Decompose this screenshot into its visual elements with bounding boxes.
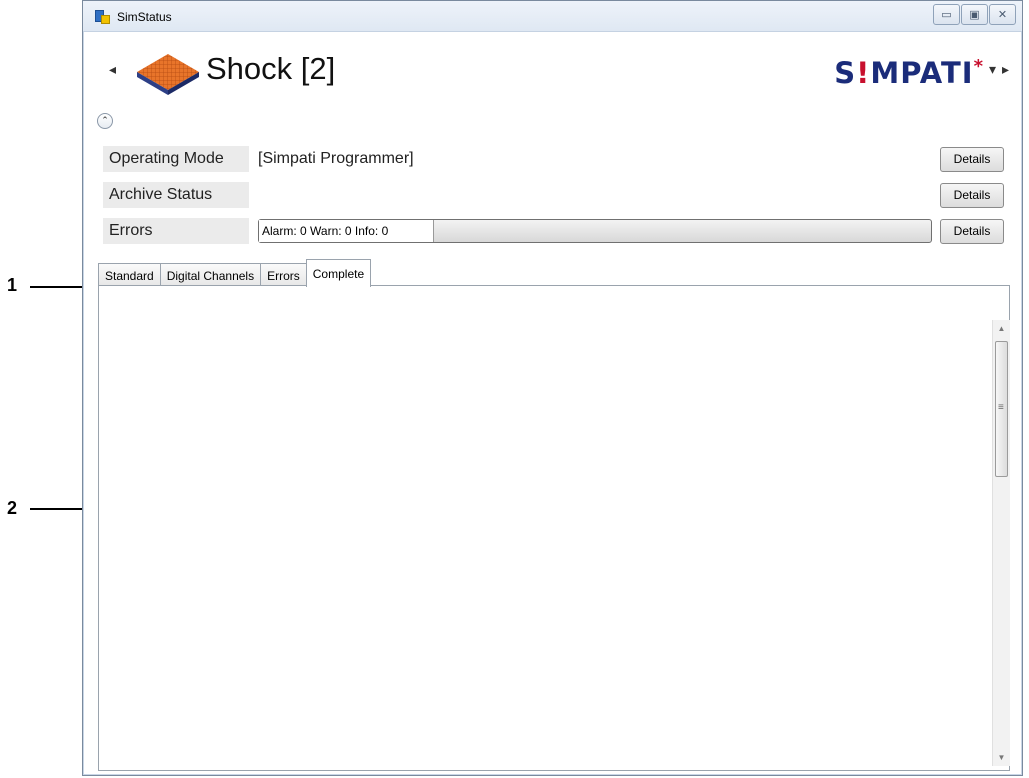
callout-2: 2 [7,498,18,518]
tab-digital-channels[interactable]: Digital Channels [159,263,262,287]
operating-mode-value: [Simpati Programmer] [258,150,414,167]
header-collapse-icon[interactable]: ⌃ [97,113,113,129]
grid-scrollbar[interactable]: ▲ ▼ [992,320,1010,766]
scroll-thumb[interactable] [995,341,1008,477]
logo-bang: ! [856,56,871,90]
errors-label: Errors [103,218,249,244]
tab-strip: Standard Digital Channels Errors Complet… [98,259,372,287]
logo-menu-arrows[interactable]: ▾▸ [989,61,1015,78]
archive-status-details-button[interactable]: Details [940,183,1004,208]
scroll-down-icon[interactable]: ▼ [993,749,1010,766]
logo-rest: MPATI [870,56,974,90]
device-title: Shock [2] [206,51,336,86]
tab-complete[interactable]: Complete [305,259,372,287]
scroll-up-icon[interactable]: ▲ [993,320,1010,337]
operating-mode-details-button[interactable]: Details [940,147,1004,172]
previous-device-arrow-icon[interactable]: ◂ [109,61,116,78]
simpati-logo: S!MPATI* [834,56,984,90]
simstatus-window: SimStatus ▭ ▣ ✕ ◂ SetpointActualAlarmMin… [82,0,1023,776]
archive-status-label: Archive Status [103,182,249,208]
menu-dropdown-icon[interactable]: ▾ [989,61,1002,77]
app-icon [95,10,110,24]
callout-1: 1 [7,275,18,295]
minimize-icon: ▭ [941,9,952,21]
close-icon: ✕ [997,9,1008,21]
logo-s: S [834,56,857,90]
errors-progress-bar: Alarm: 0 Warn: 0 Info: 0 [258,219,932,243]
errors-summary: Alarm: 0 Warn: 0 Info: 0 [259,220,434,242]
logo-star: * [973,56,984,77]
window-title: SimStatus [117,10,172,24]
maximize-button[interactable]: ▣ [961,4,988,25]
operating-mode-label: Operating Mode [103,146,249,172]
title-bar[interactable]: SimStatus ▭ ▣ ✕ [83,1,1022,32]
minimize-button[interactable]: ▭ [933,4,960,25]
tab-errors[interactable]: Errors [260,263,307,287]
tab-standard[interactable]: Standard [98,263,161,287]
complete-tab-panel [98,285,1010,771]
maximize-icon: ▣ [969,9,980,21]
errors-details-button[interactable]: Details [940,219,1004,244]
close-button[interactable]: ✕ [989,4,1016,25]
chamber-device-icon: SetpointActualAlarmMinAlarmMaxWarnMinWar… [137,54,199,95]
next-device-arrow-icon[interactable]: ▸ [1002,61,1015,77]
